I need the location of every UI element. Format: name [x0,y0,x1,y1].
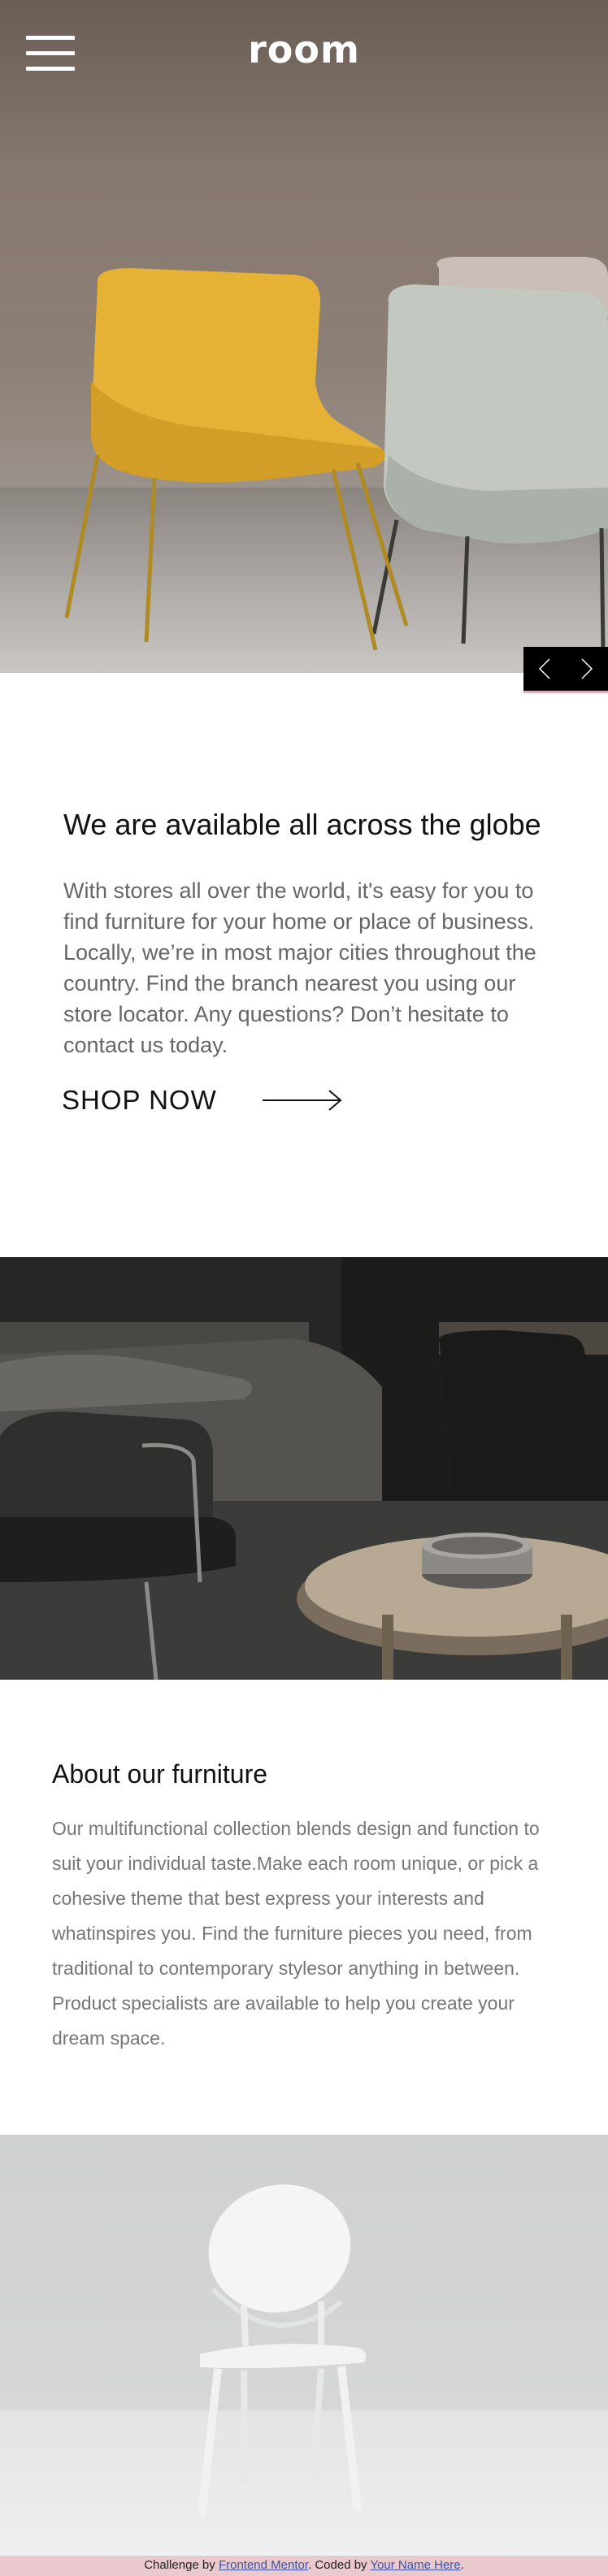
attribution-middle: . Coded by [308,2558,371,2572]
attribution-bar: Challenge by Frontend Mentor. Coded by Y… [0,2556,608,2576]
author-link[interactable]: Your Name Here [370,2558,460,2572]
hero-chairs-image [64,257,608,651]
white-chair-illustration [198,2184,367,2517]
white-chair-image [0,2135,608,2556]
about-description: Our multifunctional collection blends de… [52,1818,540,2049]
frontend-mentor-link[interactable]: Frontend Mentor [219,2558,308,2572]
site-logo[interactable]: room [0,28,608,72]
attribution-suffix: . [460,2558,464,2572]
slider-prev-button[interactable] [523,647,566,691]
slider-next-button[interactable] [566,647,608,691]
attribution-prefix: Challenge by [144,2558,219,2572]
slider-controls [523,647,608,693]
globe-description: With stores all over the world, it's eas… [63,878,536,1057]
shop-now-link[interactable]: SHOP NOW [62,1085,342,1116]
chevron-right-icon [581,658,593,679]
hero-slide: room [0,0,608,673]
globe-heading: We are available all across the globe [63,808,541,841]
dark-interior-image [0,1257,608,1680]
about-heading: About our furniture [52,1759,268,1789]
long-arrow-right-icon [262,1090,342,1111]
dark-interior-illustration [0,1257,608,1680]
chevron-left-icon [539,658,550,679]
shop-now-label: SHOP NOW [62,1085,217,1115]
